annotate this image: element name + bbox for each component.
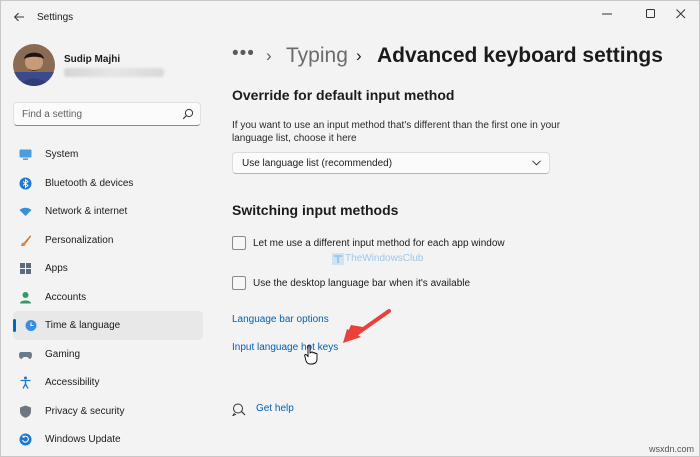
watermark-logo-icon xyxy=(332,253,344,265)
back-button[interactable] xyxy=(9,7,29,27)
get-help-link[interactable]: Get help xyxy=(256,403,294,414)
user-email-blurred xyxy=(64,68,164,77)
sidebar-item-label: Bluetooth & devices xyxy=(45,177,134,189)
settings-window: Settings Sudip Majhi Find a setting Syst… xyxy=(0,0,700,457)
language-bar-options-link[interactable]: Language bar options xyxy=(232,314,329,325)
sidebar-item-label: Accessibility xyxy=(45,377,100,388)
maximize-icon xyxy=(646,9,655,18)
minimize-icon xyxy=(602,13,612,15)
search-box[interactable]: Find a setting xyxy=(13,102,201,126)
language-bar-label[interactable]: Use the desktop language bar when it's a… xyxy=(253,278,470,289)
per-app-input-label[interactable]: Let me use a different input method for … xyxy=(253,238,505,249)
user-photo xyxy=(13,44,55,86)
title-bar: Settings xyxy=(1,1,699,33)
close-button[interactable] xyxy=(665,5,697,23)
sidebar-item-label: System xyxy=(45,149,79,160)
chevron-down-icon xyxy=(532,160,541,166)
sidebar-item-label: Time & language xyxy=(45,320,121,331)
help-chat-icon xyxy=(232,403,246,416)
wifi-icon xyxy=(19,207,32,216)
sidebar-item-label: Apps xyxy=(45,263,68,274)
watermark-text: TheWindowsClub xyxy=(345,253,424,264)
sidebar-item-accounts[interactable]: Accounts xyxy=(13,283,203,312)
language-bar-checkbox[interactable] xyxy=(232,276,246,290)
accessibility-icon xyxy=(20,376,31,389)
globe-clock-icon xyxy=(25,320,37,331)
override-description: If you want to use an input method that'… xyxy=(232,120,561,144)
site-watermark: wsxdn.com xyxy=(648,444,694,454)
per-app-input-checkbox[interactable] xyxy=(232,236,246,250)
update-icon xyxy=(19,433,32,446)
avatar[interactable] xyxy=(13,44,55,86)
sidebar-item-gaming[interactable]: Gaming xyxy=(13,340,203,369)
sidebar-item-bluetooth[interactable]: Bluetooth & devices xyxy=(13,169,203,198)
brush-icon xyxy=(21,234,31,246)
shield-icon xyxy=(20,405,31,418)
maximize-button[interactable] xyxy=(635,5,667,23)
back-arrow-icon xyxy=(13,12,24,22)
sidebar-item-label: Privacy & security xyxy=(45,405,125,417)
annotation-arrow-icon xyxy=(343,309,391,343)
page-title: Advanced keyboard settings xyxy=(377,44,663,67)
sidebar-item-personalization[interactable]: Personalization xyxy=(13,226,203,255)
sidebar-item-windows-update[interactable]: Windows Update xyxy=(13,425,203,454)
minimize-button[interactable] xyxy=(591,5,623,23)
close-icon xyxy=(676,9,686,19)
section-title-switching: Switching input methods xyxy=(232,202,399,218)
sidebar-item-label: Personalization xyxy=(45,234,114,246)
gamepad-icon xyxy=(19,351,32,359)
breadcrumb-more-button[interactable]: ••• xyxy=(232,43,255,65)
sidebar-item-label: Gaming xyxy=(45,348,81,360)
sidebar-item-label: Accounts xyxy=(45,291,87,303)
section-title-override: Override for default input method xyxy=(232,87,455,103)
breadcrumb-separator-icon: › xyxy=(356,46,362,65)
person-icon xyxy=(20,291,31,303)
sidebar-item-privacy[interactable]: Privacy & security xyxy=(13,397,203,426)
user-name: Sudip Majhi xyxy=(64,54,121,65)
input-method-dropdown[interactable]: Use language list (recommended) xyxy=(232,152,550,174)
sidebar-item-apps[interactable]: Apps xyxy=(13,254,203,283)
breadcrumb-parent-link[interactable]: Typing xyxy=(286,44,348,68)
sidebar-item-accessibility[interactable]: Accessibility xyxy=(13,368,203,397)
sidebar-item-label: Windows Update xyxy=(45,434,121,445)
dropdown-selected-value: Use language list (recommended) xyxy=(242,158,393,169)
sidebar-item-network[interactable]: Network & internet xyxy=(13,197,203,226)
breadcrumb-separator-icon: › xyxy=(266,46,272,65)
sidebar-nav: System Bluetooth & devices Network & int… xyxy=(13,140,203,454)
app-title: Settings xyxy=(37,12,74,23)
search-placeholder: Find a setting xyxy=(22,109,83,120)
sidebar-item-system[interactable]: System xyxy=(13,140,203,169)
sidebar-item-time-language[interactable]: Time & language xyxy=(13,311,203,340)
apps-icon xyxy=(20,263,31,274)
input-language-hot-keys-link[interactable]: Input language hot keys xyxy=(232,342,338,353)
bluetooth-icon xyxy=(19,177,32,189)
hand-cursor-icon xyxy=(304,345,318,365)
sidebar-item-label: Network & internet xyxy=(45,206,128,217)
search-icon[interactable] xyxy=(182,108,194,120)
monitor-icon xyxy=(19,149,32,160)
